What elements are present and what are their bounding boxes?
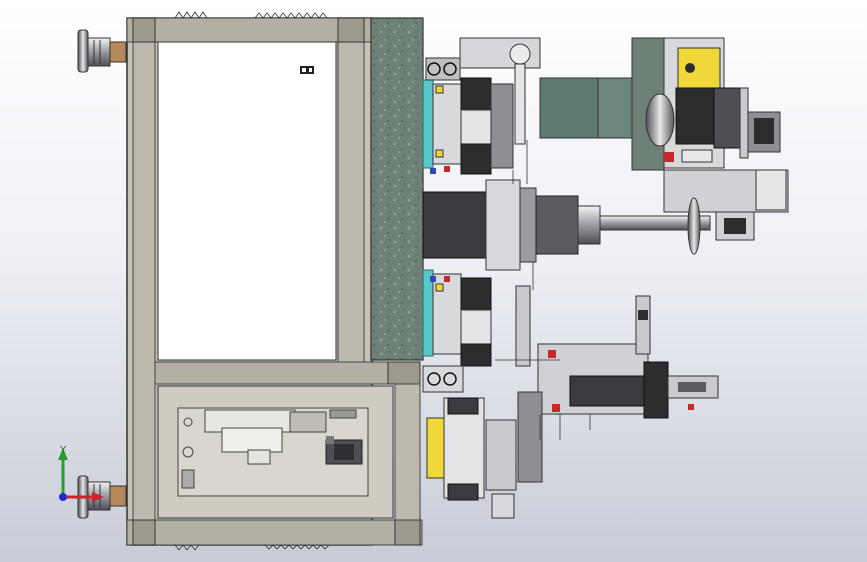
- y-axis-label: Y: [59, 445, 67, 456]
- lower-actuator: [537, 295, 719, 419]
- white-panel: [157, 41, 337, 361]
- middle-station: [422, 269, 531, 367]
- servo-motor-icon: [325, 436, 363, 465]
- upper-station: [422, 57, 514, 175]
- z-axis-dot: [59, 493, 67, 501]
- small-label-plate: [300, 66, 314, 74]
- bottom-feeder: [422, 365, 543, 519]
- leveling-foot-top: [77, 29, 127, 73]
- camera-module: [645, 37, 789, 213]
- granite-plate: [370, 17, 424, 361]
- cad-viewport[interactable]: Y: [0, 0, 867, 562]
